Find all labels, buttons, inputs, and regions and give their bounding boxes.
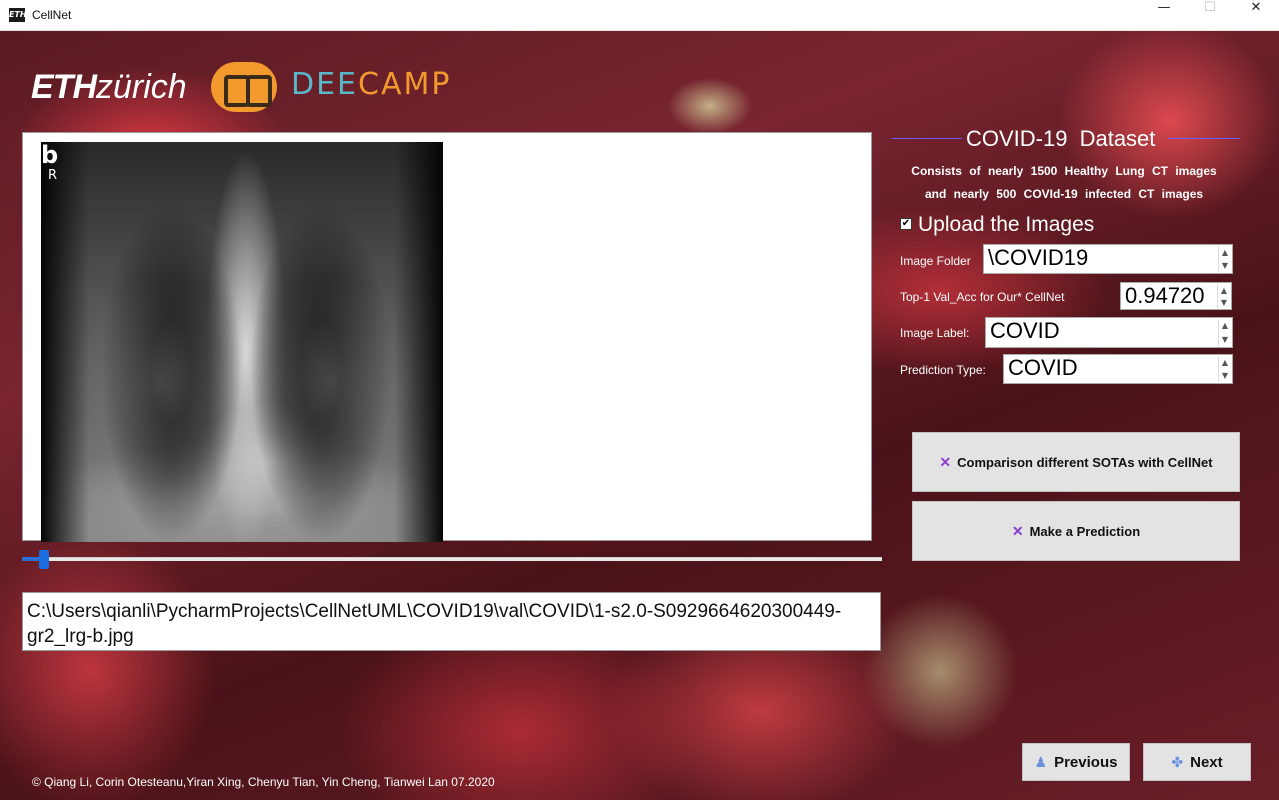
spin-up-icon[interactable]: ▲: [1219, 356, 1231, 369]
prediction-type-field[interactable]: COVID ▲ ▼: [1003, 354, 1233, 384]
slider-track[interactable]: [22, 557, 882, 561]
image-label-spinner[interactable]: ▲ ▼: [1218, 319, 1231, 346]
xray-side-marker: R: [48, 168, 58, 183]
prediction-type-value: COVID: [1008, 355, 1078, 380]
top1-acc-spinner[interactable]: ▲ ▼: [1217, 284, 1230, 308]
spin-down-icon[interactable]: ▼: [1219, 369, 1231, 382]
person-icon: ♟: [1034, 754, 1048, 770]
deecamp-logo: DEECAMP: [291, 67, 451, 102]
spin-down-icon[interactable]: ▼: [1218, 296, 1230, 308]
dataset-description-line2: and nearly 500 COVId-19 infected CT imag…: [924, 187, 1204, 201]
image-display-panel: b R: [22, 132, 872, 542]
make-prediction-button[interactable]: ✕ Make a Prediction: [912, 501, 1240, 561]
top1-acc-label: Top-1 Val_Acc for Our* CellNet: [900, 290, 1065, 304]
previous-button-label: Previous: [1054, 754, 1118, 771]
image-folder-field[interactable]: \COVID19 ▲ ▼: [983, 244, 1233, 274]
slider-handle[interactable]: [39, 550, 49, 569]
x-icon: ✕: [1011, 523, 1024, 539]
eth-logo-light: zürich: [96, 68, 187, 106]
minimize-button[interactable]: —: [1141, 0, 1187, 31]
next-button[interactable]: ✤ Next: [1143, 743, 1251, 781]
upload-checkbox-label[interactable]: Upload the Images: [918, 213, 1094, 237]
image-folder-spinner[interactable]: ▲ ▼: [1218, 246, 1231, 272]
maximize-button[interactable]: ☐: [1187, 0, 1233, 31]
close-button[interactable]: ✕: [1233, 0, 1279, 31]
top1-acc-value: 0.94720: [1125, 283, 1205, 308]
spin-up-icon[interactable]: ▲: [1219, 246, 1231, 259]
image-folder-label: Image Folder: [900, 254, 971, 268]
slider-fill: [22, 557, 39, 561]
comparison-button-label: Comparison different SOTAs with CellNet: [957, 455, 1213, 470]
deecamp-logo-part2: CAMP: [358, 67, 452, 102]
chest-xray-image: b R: [41, 142, 443, 542]
x-icon: ✕: [939, 454, 952, 470]
upload-checkbox[interactable]: ✔: [900, 218, 912, 230]
image-label-label: Image Label:: [900, 326, 970, 340]
crosshair-icon: ✤: [1171, 754, 1184, 770]
spin-down-icon[interactable]: ▼: [1219, 259, 1231, 272]
image-path-field[interactable]: C:\Users\qianli\PycharmProjects\CellNetU…: [22, 592, 881, 651]
comparison-sotas-button[interactable]: ✕ Comparison different SOTAs with CellNet: [912, 432, 1240, 492]
spin-up-icon[interactable]: ▲: [1218, 284, 1230, 296]
previous-button[interactable]: ♟ Previous: [1022, 743, 1130, 781]
dataset-title: COVID-19 Dataset: [966, 126, 1156, 151]
image-slider[interactable]: [22, 550, 882, 570]
deecamp-logo-icon: [211, 62, 277, 112]
spin-down-icon[interactable]: ▼: [1219, 333, 1231, 347]
window-title: CellNet: [32, 8, 72, 22]
deecamp-logo-part1: DEE: [291, 67, 359, 102]
image-label-value: COVID: [990, 318, 1060, 343]
title-divider-right: [1168, 138, 1240, 139]
dataset-description-line1: Consists of nearly 1500 Healthy Lung CT …: [911, 164, 1217, 178]
top1-acc-spinbox[interactable]: 0.94720 ▲ ▼: [1120, 282, 1232, 310]
spin-up-icon[interactable]: ▲: [1219, 319, 1231, 333]
credits-footer: © Qiang Li, Corin Otesteanu,Yiran Xing, …: [32, 775, 495, 789]
eth-logo-bold: ETH: [31, 68, 97, 106]
eth-zurich-logo: ETHzürich: [31, 68, 187, 107]
prediction-type-spinner[interactable]: ▲ ▼: [1218, 356, 1231, 382]
image-folder-value: \COVID19: [988, 245, 1089, 270]
prediction-button-label: Make a Prediction: [1029, 524, 1141, 539]
image-label-field[interactable]: COVID ▲ ▼: [985, 317, 1233, 348]
prediction-type-label: Prediction Type:: [900, 363, 986, 377]
app-icon: ETH: [9, 8, 27, 22]
title-divider-left: [892, 138, 962, 139]
next-button-label: Next: [1190, 754, 1223, 771]
xray-panel-letter: b: [41, 142, 59, 169]
title-bar: ETH CellNet — ☐ ✕: [0, 0, 1279, 31]
